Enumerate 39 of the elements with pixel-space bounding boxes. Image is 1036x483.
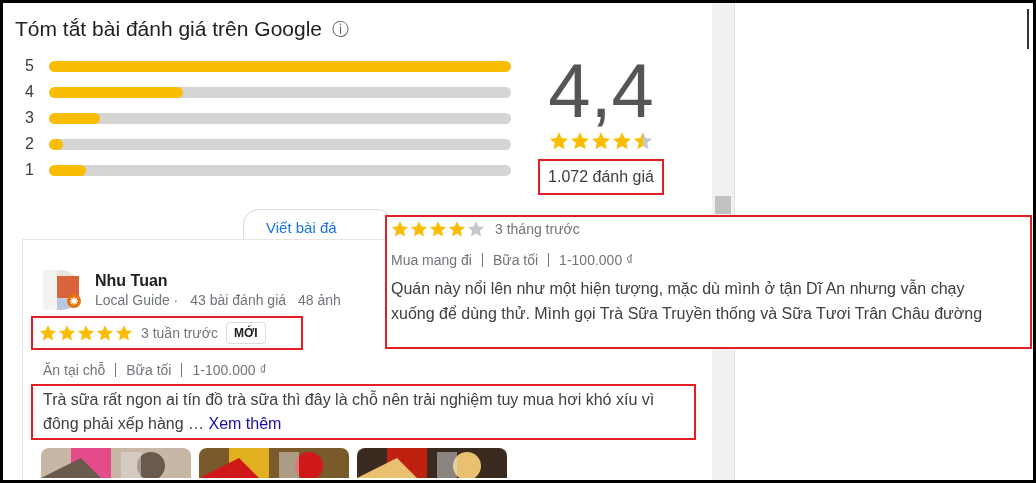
star-icon xyxy=(39,324,57,342)
average-rating: 4,4 xyxy=(548,51,654,131)
review-time: 3 tháng trước xyxy=(495,221,580,237)
review-text-line: xuống để dùng thử. Mình gọi Trà Sữa Truyền thống và Sữa Tươi Trân Châu đường xyxy=(391,304,984,324)
reviewer-info: 48 ảnh xyxy=(298,292,341,308)
star-icon xyxy=(549,131,569,151)
star-icon xyxy=(633,131,653,151)
section-title: Tóm tắt bài đánh giá trên Google xyxy=(15,17,323,41)
review-tags: Mua mang đi Bữa tối 1-100.000 ₫ xyxy=(391,238,1030,268)
star-icon xyxy=(96,324,114,342)
review-text-line: Quán này nổi lên như một hiện tượng, mặc dù mình ở tận Dĩ An nhưng vẫn chạy xyxy=(391,278,966,299)
review-count: 1.072 đánh giá xyxy=(538,159,664,195)
star-level-label: 4 xyxy=(25,83,35,101)
star-icon xyxy=(410,220,428,238)
review-time: 3 tuần trước xyxy=(141,325,218,341)
star-icon xyxy=(391,220,409,238)
info-icon[interactable]: ⓘ xyxy=(332,17,350,41)
star-level-label: 1 xyxy=(25,161,35,179)
see-more-link[interactable]: Xem thêm xyxy=(208,415,282,432)
star-icon xyxy=(115,324,133,342)
star-level-label: 2 xyxy=(25,135,35,153)
review-text: Trà sữa rất ngon ai tín đồ trà sữa thì đây là chỗ nên trải nghiệm tuy mua hơi khó xíu vì đông phải xếp hàng … Xem thêm xyxy=(43,389,656,434)
star-icon xyxy=(570,131,590,151)
reviewer-name[interactable]: Nhu Tuan xyxy=(95,272,341,290)
new-badge: MỚI xyxy=(225,322,266,344)
star-level-label: 5 xyxy=(25,57,35,75)
star-icon xyxy=(58,324,76,342)
reviewer-info: 43 bài đánh giá xyxy=(190,292,287,308)
badge-icon xyxy=(67,294,81,308)
star-icon xyxy=(612,131,632,151)
reviewer-info: Local Guide · xyxy=(95,292,179,308)
star-level-label: 3 xyxy=(25,109,35,127)
star-icon xyxy=(77,324,95,342)
star-icon xyxy=(429,220,447,238)
review-tags: Ăn tại chỗ Bữa tối 1-100.000 ₫ xyxy=(31,350,712,378)
star-icon xyxy=(591,131,611,151)
scrollbar-thumb[interactable] xyxy=(715,196,731,214)
star-icon xyxy=(467,220,485,238)
star-icon xyxy=(448,220,466,238)
